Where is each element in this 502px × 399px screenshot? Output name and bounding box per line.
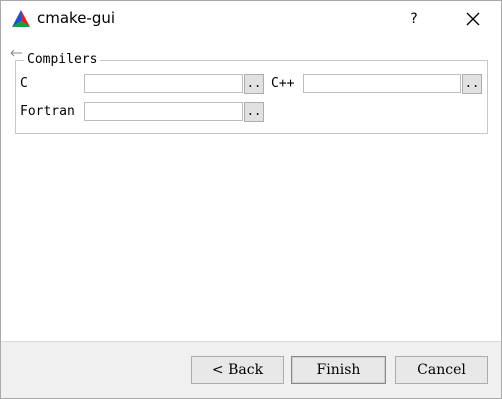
fortran-compiler-label: Fortran <box>20 104 75 119</box>
back-button[interactable]: < Back <box>191 356 284 384</box>
window-title: cmake-gui <box>37 9 116 27</box>
cxx-compiler-field[interactable] <box>303 74 461 93</box>
title-bar[interactable]: cmake-gui ? <box>1 1 501 38</box>
fortran-compiler-field[interactable] <box>84 102 243 121</box>
cmake-logo-icon <box>12 10 30 27</box>
cancel-button-label: Cancel <box>417 362 466 378</box>
fortran-compiler-browse-button[interactable]: .. <box>244 102 264 122</box>
dialog-window: cmake-gui ? Compilers C .. C++ .. Fortra… <box>0 0 502 399</box>
cxx-compiler-browse-button[interactable]: .. <box>462 74 482 94</box>
c-compiler-label: C <box>20 76 28 91</box>
c-compiler-browse-button[interactable]: .. <box>244 74 264 94</box>
help-button[interactable]: ? <box>399 5 429 33</box>
cancel-button[interactable]: Cancel <box>395 356 488 384</box>
compilers-group <box>15 60 488 134</box>
arrow-left-icon[interactable] <box>9 48 23 58</box>
c-compiler-field[interactable] <box>84 74 243 93</box>
compilers-group-title: Compilers <box>24 52 101 67</box>
back-button-label: < Back <box>211 362 264 378</box>
close-icon[interactable] <box>456 5 490 33</box>
finish-button-label: Finish <box>316 362 361 378</box>
cxx-compiler-label: C++ <box>271 76 295 91</box>
finish-button[interactable]: Finish <box>291 356 386 384</box>
